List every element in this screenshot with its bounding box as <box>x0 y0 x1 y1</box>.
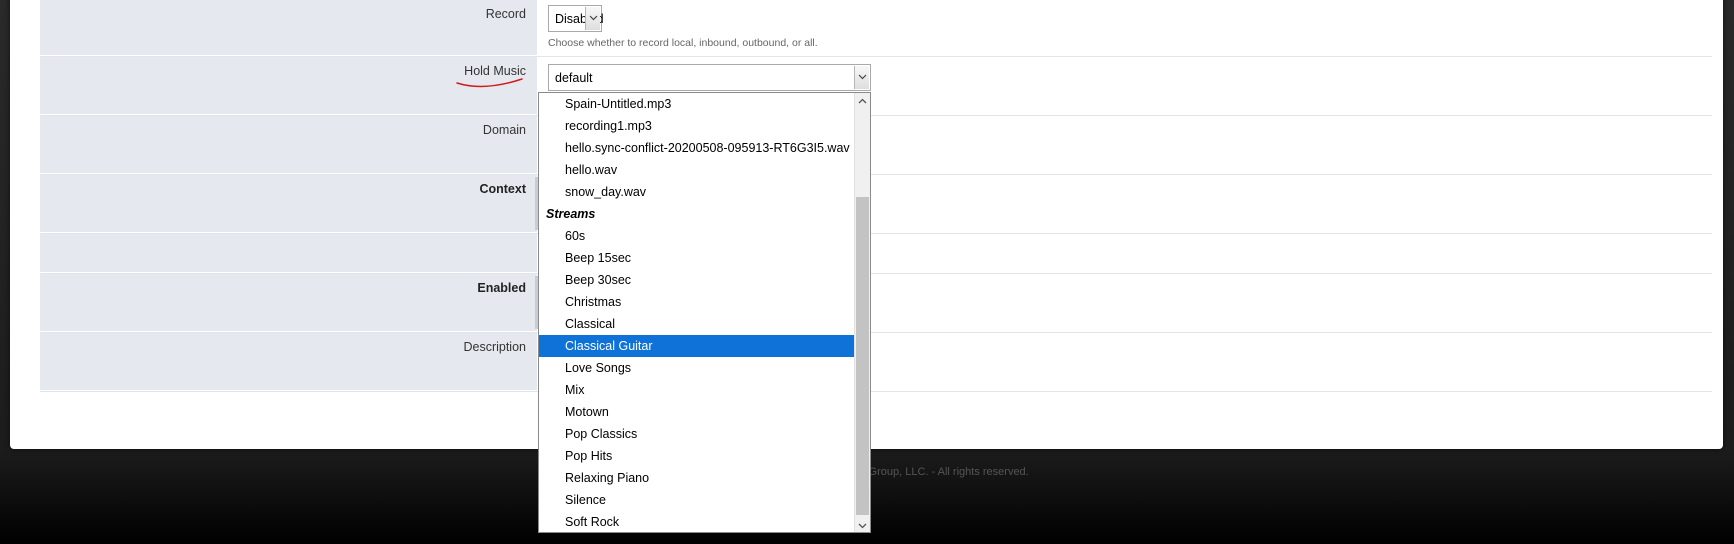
list-item[interactable]: Soft Rock <box>539 511 854 532</box>
hold-music-select-button[interactable] <box>854 66 869 89</box>
list-item[interactable]: Spain-Untitled.mp3 <box>539 93 854 115</box>
footer-copyright: y Group, LLC. - All rights reserved. <box>860 466 1029 478</box>
underline-annotation <box>456 78 523 88</box>
list-item[interactable]: Love Songs <box>539 357 854 379</box>
domain-label-cell: Domain <box>40 116 537 174</box>
domain-row: Domain <box>40 116 1712 175</box>
description-row: Description <box>40 333 1712 392</box>
context-row: Context <box>40 175 1712 234</box>
context-label-cell: Context <box>40 175 538 233</box>
context-label: Context <box>479 182 526 196</box>
list-item[interactable]: Silence <box>539 489 854 511</box>
record-label-cell: Record <box>40 0 537 56</box>
list-item[interactable]: Motown <box>539 401 854 423</box>
domain-label: Domain <box>482 123 526 137</box>
list-item[interactable]: hello.wav <box>539 159 854 181</box>
list-item[interactable]: 60s <box>539 225 854 247</box>
list-item[interactable]: Pop Hits <box>539 445 854 467</box>
record-select[interactable]: Disabled <box>548 5 604 32</box>
list-item[interactable]: Mix <box>539 379 854 401</box>
chevron-down-icon <box>858 74 867 80</box>
list-item[interactable]: Christmas <box>539 291 854 313</box>
dropdown-scrollbar[interactable] <box>854 93 870 532</box>
scrollbar-thumb[interactable] <box>856 197 869 515</box>
enabled-label-cell: Enabled <box>40 274 538 332</box>
spacer-label-cell <box>40 234 537 273</box>
description-label-cell: Description <box>40 333 537 391</box>
list-item-selected[interactable]: Classical Guitar <box>539 335 854 357</box>
list-item[interactable]: Relaxing Piano <box>539 467 854 489</box>
scroll-up-arrow-icon[interactable] <box>857 96 868 107</box>
chevron-down-icon <box>589 15 598 21</box>
record-row: Record Disabled Choose whether to record… <box>40 0 1712 57</box>
record-label: Record <box>485 7 526 21</box>
hold-music-row: Hold Music default <box>40 57 1712 116</box>
record-select-button[interactable] <box>585 7 600 30</box>
hold-music-dropdown-list[interactable]: Spain-Untitled.mp3 recording1.mp3 hello.… <box>538 92 871 533</box>
list-item[interactable]: Beep 30sec <box>539 269 854 291</box>
list-item[interactable]: Beep 15sec <box>539 247 854 269</box>
record-hint: Choose whether to record local, inbound,… <box>548 37 818 49</box>
list-item[interactable]: Classical <box>539 313 854 335</box>
enabled-row: Enabled <box>40 274 1712 333</box>
list-item[interactable]: snow_day.wav <box>539 181 854 203</box>
scroll-down-arrow-icon[interactable] <box>857 520 868 531</box>
description-label: Description <box>463 340 526 354</box>
list-item[interactable]: Pop Classics <box>539 423 854 445</box>
list-item[interactable]: recording1.mp3 <box>539 115 854 137</box>
list-item[interactable]: hello.sync-conflict-20200508-095913-RT6G… <box>539 137 854 159</box>
hold-music-select-value: default <box>555 71 593 85</box>
optgroup-label-streams: Streams <box>546 207 596 221</box>
spacer-row <box>40 234 1712 274</box>
hold-music-select[interactable]: default <box>548 64 871 91</box>
enabled-label: Enabled <box>477 281 526 295</box>
